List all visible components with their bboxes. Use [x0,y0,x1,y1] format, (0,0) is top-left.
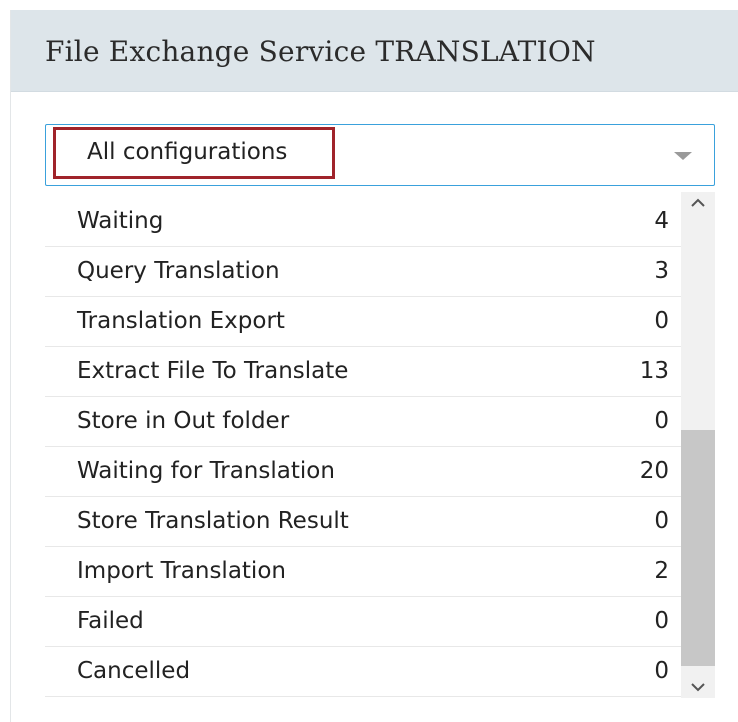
status-label: Import Translation [77,558,286,584]
status-label: Cancelled [77,658,191,684]
status-row[interactable]: Store in Out folder 0 [45,397,681,447]
status-row[interactable]: Translation Export 0 [45,297,681,347]
panel-header: File Exchange Service TRANSLATION [11,10,738,92]
status-count: 0 [654,408,669,434]
status-count: 4 [654,208,669,234]
configuration-select[interactable]: All configurations [45,124,715,186]
status-count: 0 [654,658,669,684]
configuration-select-value: All configurations [53,127,335,179]
status-row[interactable]: Failed 0 [45,597,681,647]
vertical-scrollbar[interactable] [681,192,715,698]
status-label: Translation Export [77,308,285,334]
status-row[interactable]: Waiting for Translation 20 [45,447,681,497]
status-row[interactable]: Cancelled 0 [45,647,681,697]
status-count: 3 [654,258,669,284]
status-list: Waiting 4 Query Translation 3 Translatio… [45,197,681,697]
status-label: Waiting for Translation [77,458,335,484]
chevron-down-icon[interactable] [674,152,692,160]
status-count: 0 [654,608,669,634]
status-label: Query Translation [77,258,280,284]
scroll-down-button[interactable] [681,676,715,698]
status-count: 13 [639,358,669,384]
status-label: Waiting [77,208,164,234]
status-label: Extract File To Translate [77,358,349,384]
status-row[interactable]: Query Translation 3 [45,247,681,297]
status-label: Store in Out folder [77,408,290,434]
status-label: Failed [77,608,144,634]
status-row[interactable]: Import Translation 2 [45,547,681,597]
status-count: 2 [654,558,669,584]
status-row[interactable]: Store Translation Result 0 [45,497,681,547]
status-row[interactable]: Extract File To Translate 13 [45,347,681,397]
status-count: 0 [654,508,669,534]
panel-title: File Exchange Service TRANSLATION [45,35,596,68]
status-count: 20 [639,458,669,484]
scroll-up-button[interactable] [681,192,715,214]
status-row[interactable]: Waiting 4 [45,197,681,247]
status-count: 0 [654,308,669,334]
chevron-down-icon [691,683,705,692]
chevron-up-icon [691,198,705,207]
scrollbar-thumb[interactable] [681,430,715,666]
status-label: Store Translation Result [77,508,349,534]
translation-panel: File Exchange Service TRANSLATION All co… [10,10,738,722]
